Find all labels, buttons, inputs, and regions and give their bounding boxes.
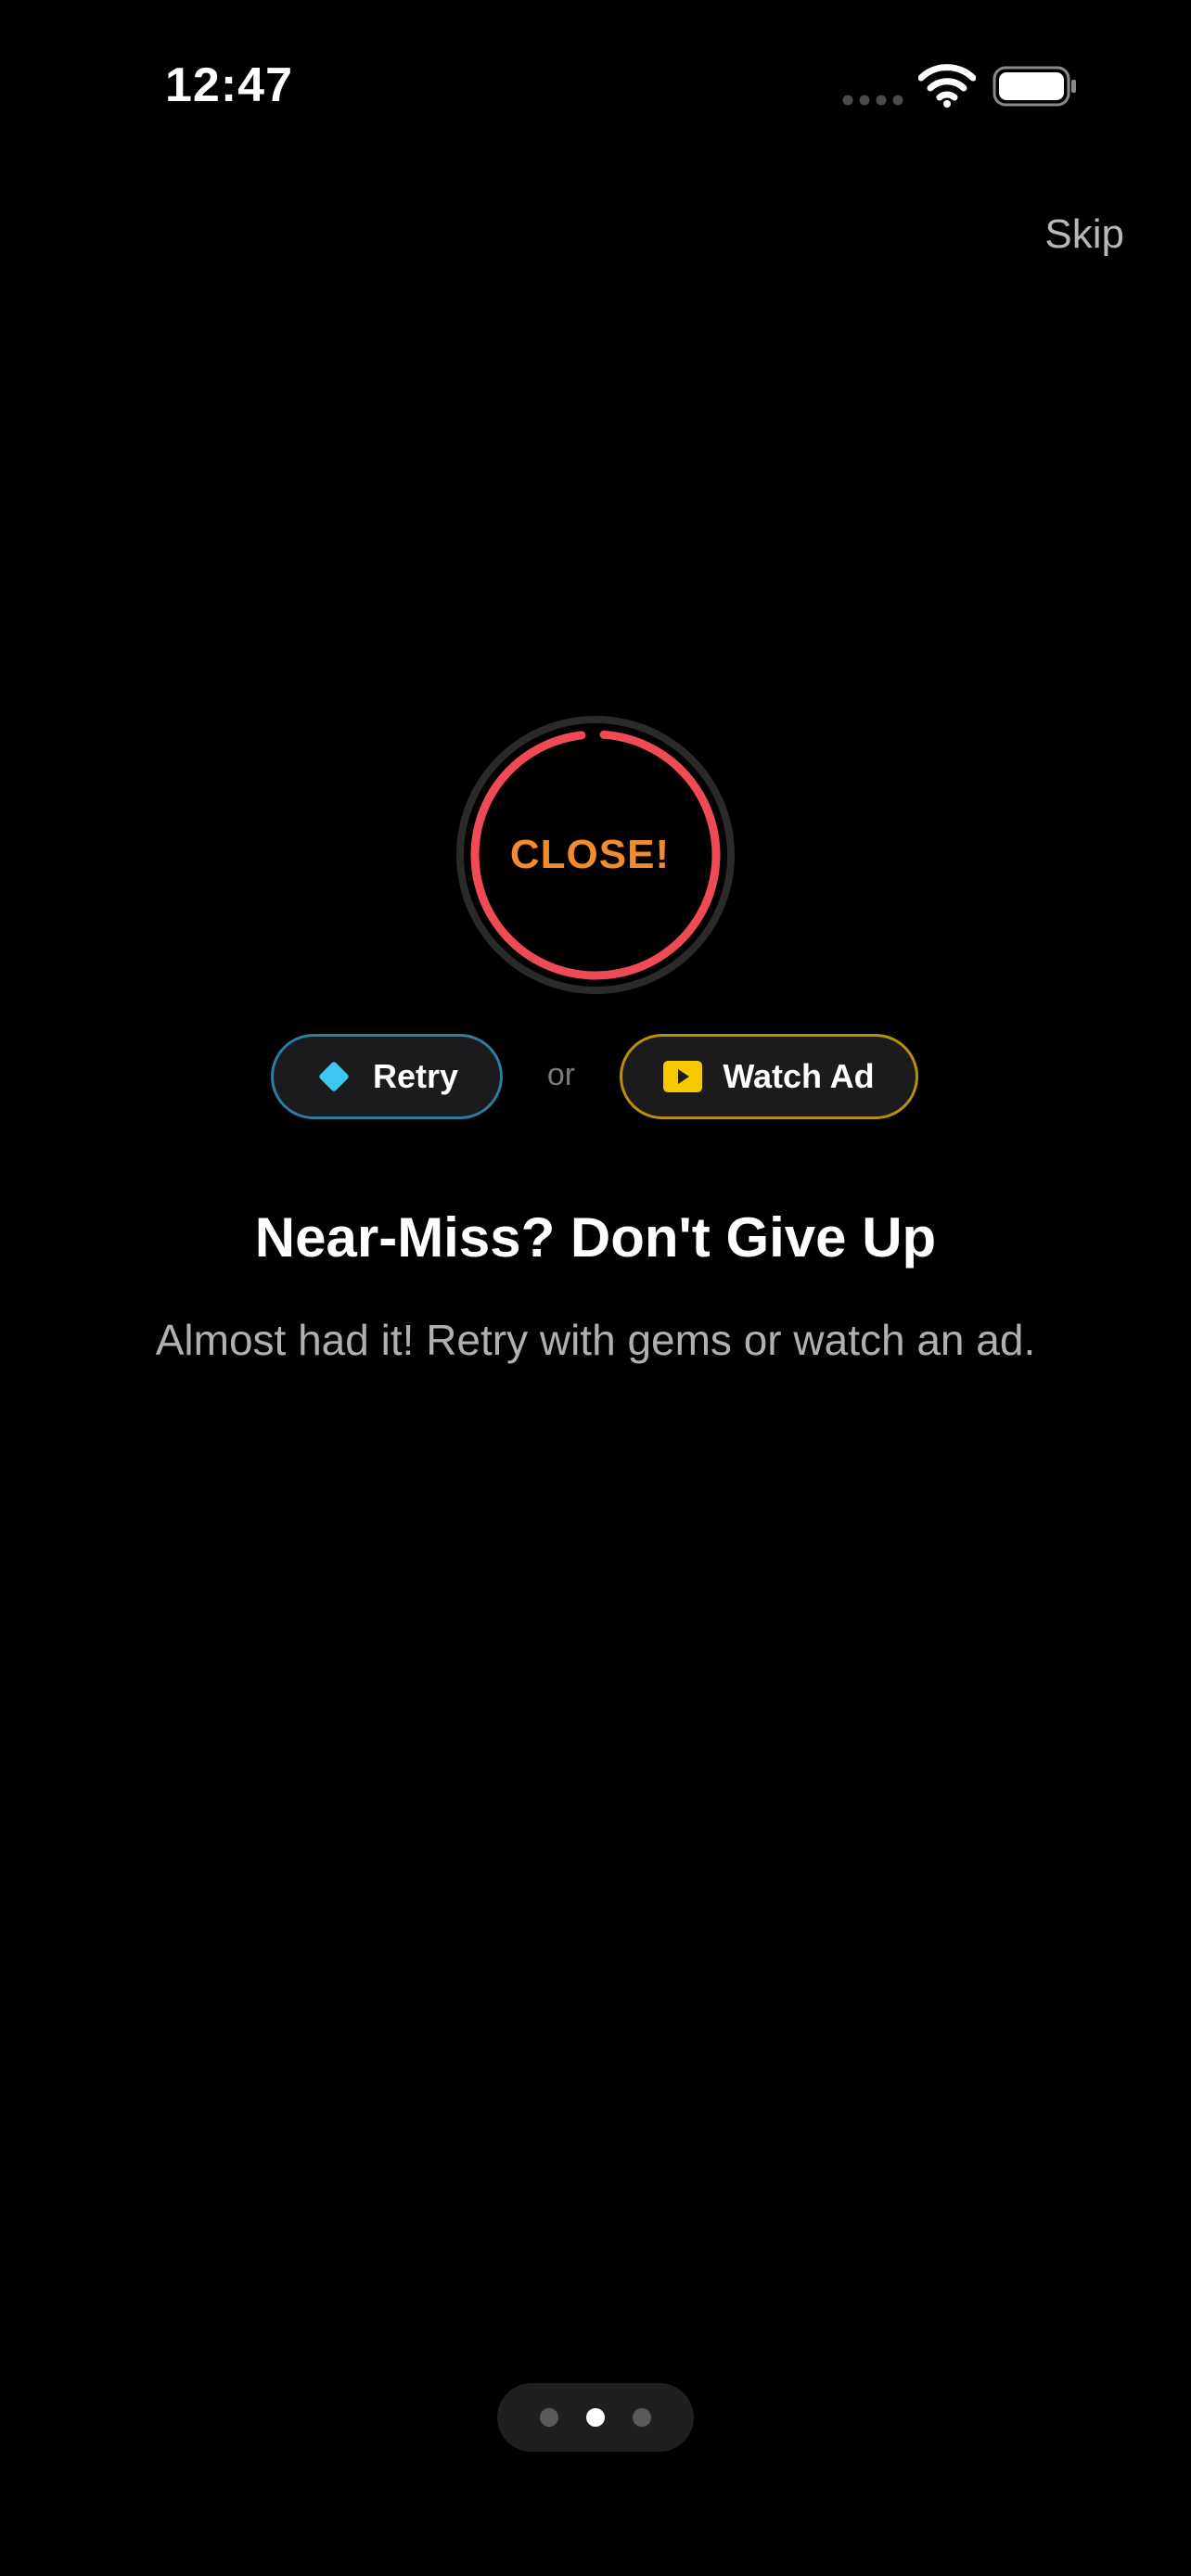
page-indicator	[497, 2383, 694, 2452]
status-bar: 12:47	[0, 0, 1191, 176]
status-time: 12:47	[165, 58, 293, 112]
wifi-icon	[918, 64, 976, 108]
or-separator: or	[546, 1057, 576, 1092]
page-dot-2[interactable]	[586, 2408, 605, 2427]
gem-icon	[319, 1062, 349, 1091]
retry-button[interactable]: Retry	[271, 1034, 503, 1119]
signal-icon	[842, 95, 903, 106]
skip-button[interactable]: Skip	[1044, 211, 1124, 258]
play-icon	[663, 1061, 703, 1092]
ring-label: CLOSE!	[509, 832, 671, 877]
watch-ad-button[interactable]: Watch Ad	[620, 1034, 918, 1119]
page-dot-1[interactable]	[540, 2408, 558, 2427]
page-title: Near-Miss? Don't Give Up	[254, 1206, 937, 1269]
retry-label: Retry	[372, 1057, 459, 1095]
watch-ad-label: Watch Ad	[723, 1057, 875, 1095]
page-subtitle: Almost had it! Retry with gems or watch …	[155, 1316, 1036, 1364]
result-ring: CLOSE!	[456, 716, 735, 994]
page-dot-3[interactable]	[633, 2408, 651, 2427]
battery-icon	[992, 66, 1076, 107]
